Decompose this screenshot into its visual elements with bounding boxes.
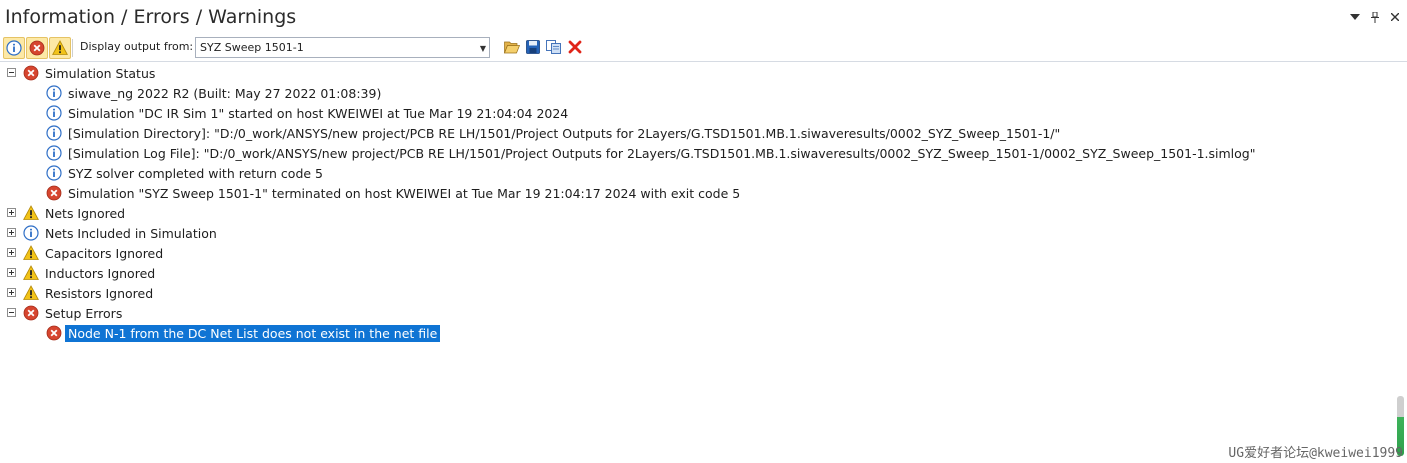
tree-item-text: [Simulation Log File]: "D:/0_work/ANSYS/… [68,146,1256,161]
info-filter-button[interactable] [3,37,25,59]
tree-item-text: Simulation "DC IR Sim 1" started on host… [68,106,569,121]
tree-item-text: Inductors Ignored [45,266,156,281]
pin-icon[interactable] [1369,10,1381,24]
info-icon [46,85,62,101]
expand-icon[interactable] [7,208,16,217]
save-icon [526,40,540,54]
tree-group-row[interactable]: Nets Ignored [0,203,1395,223]
panel-title: Information / Errors / Warnings [5,6,297,28]
info-icon [46,105,62,121]
tree-item-text: Setup Errors [45,306,123,321]
tree-item-text: Simulation Status [45,66,156,81]
tree-message-row[interactable]: SYZ solver completed with return code 5 [0,163,1395,183]
close-icon[interactable] [1389,10,1401,24]
error-icon [46,185,62,201]
warning-icon [23,265,39,281]
display-output-label: Display output from: [80,40,194,53]
tree-message-row[interactable]: [Simulation Directory]: "D:/0_work/ANSYS… [0,123,1395,143]
warning-icon [23,285,39,301]
error-icon [46,325,62,341]
watermark: UG爱好者论坛@kweiwei1999 [1228,446,1403,461]
chevron-down-icon: ▼ [479,44,486,53]
toolbar-separator [72,39,73,57]
error-icon [29,40,45,56]
tree-message-row[interactable]: Simulation "DC IR Sim 1" started on host… [0,103,1395,123]
info-icon [46,125,62,141]
error-icon [23,305,39,321]
vertical-scrollbar[interactable] [1395,63,1407,463]
open-folder-icon [504,41,520,54]
tree-group-row[interactable]: Capacitors Ignored [0,243,1395,263]
tool-buttons [503,38,584,56]
tree-message-row[interactable]: Node N-1 from the DC Net List does not e… [0,323,1395,343]
tree-item-text: Nets Ignored [45,206,126,221]
expand-icon[interactable] [7,228,16,237]
tree-item-text: Resistors Ignored [45,286,154,301]
collapse-icon[interactable] [7,308,16,317]
tree-item-text: Capacitors Ignored [45,246,164,261]
error-icon [23,65,39,81]
filter-group [3,37,71,59]
warning-icon [23,205,39,221]
copy-icon [546,40,561,54]
display-output-value: SYZ Sweep 1501-1 [200,41,304,54]
tree-group-row[interactable]: Simulation Status [0,63,1395,83]
message-tree: Simulation Status siwave_ng 2022 R2 (Buil… [0,63,1395,463]
info-icon [23,225,39,241]
warning-icon [52,40,68,55]
error-filter-button[interactable] [26,37,48,59]
expand-icon[interactable] [7,268,16,277]
info-errors-warnings-panel: Information / Errors / Warnings Display … [0,0,1407,463]
title-controls [1349,10,1401,24]
dropdown-icon[interactable] [1349,10,1361,24]
toolbar: Display output from: SYZ Sweep 1501-1 ▼ [0,35,1407,62]
info-icon [46,145,62,161]
copy-button[interactable] [545,38,563,56]
tree-group-row[interactable]: Resistors Ignored [0,283,1395,303]
tree-item-text: Nets Included in Simulation [45,226,217,241]
tree-item-text: Simulation "SYZ Sweep 1501-1" terminated… [68,186,741,201]
tree-message-row[interactable]: Simulation "SYZ Sweep 1501-1" terminated… [0,183,1395,203]
info-icon [6,40,22,56]
tree-message-row[interactable]: [Simulation Log File]: "D:/0_work/ANSYS/… [0,143,1395,163]
tree-group-row[interactable]: Inductors Ignored [0,263,1395,283]
tree-group-row[interactable]: Nets Included in Simulation [0,223,1395,243]
tree-group-row[interactable]: Setup Errors [0,303,1395,323]
tree-item-text: Node N-1 from the DC Net List does not e… [65,325,441,342]
tree-item-text: SYZ solver completed with return code 5 [68,166,323,181]
warning-icon [23,245,39,261]
open-folder-button[interactable] [503,38,521,56]
warning-filter-button[interactable] [49,37,71,59]
info-icon [46,165,62,181]
delete-icon [568,40,582,54]
collapse-icon[interactable] [7,68,16,77]
display-output-select[interactable]: SYZ Sweep 1501-1 ▼ [195,37,490,58]
tree-item-text: [Simulation Directory]: "D:/0_work/ANSYS… [68,126,1061,141]
expand-icon[interactable] [7,288,16,297]
tree-item-text: siwave_ng 2022 R2 (Built: May 27 2022 01… [68,86,382,101]
clear-button[interactable] [566,38,584,56]
save-button[interactable] [524,38,542,56]
title-bar: Information / Errors / Warnings [0,0,1407,34]
tree-message-row[interactable]: siwave_ng 2022 R2 (Built: May 27 2022 01… [0,83,1395,103]
expand-icon[interactable] [7,248,16,257]
